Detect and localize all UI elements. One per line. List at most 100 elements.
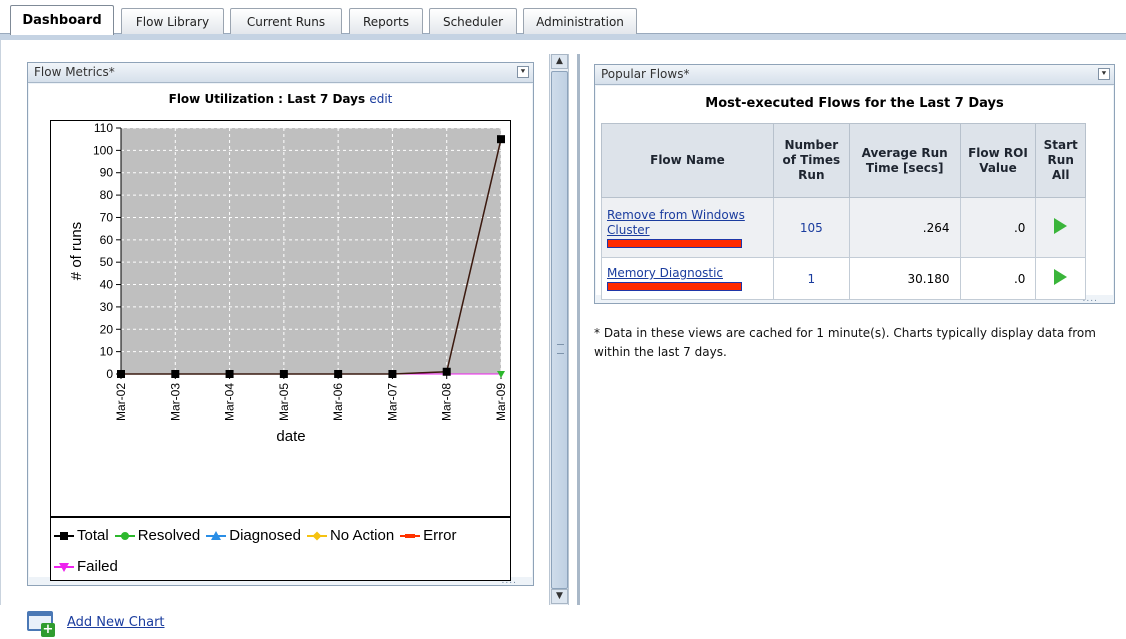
legend-marker-icon <box>206 529 227 543</box>
chart-canvas: 0 10 20 30 40 50 60 70 80 90 100 110 Mar-02 Mar-03 Mar… <box>68 121 508 445</box>
x-tick-label: Mar-03 <box>168 383 182 421</box>
legend-label: Diagnosed <box>229 527 301 544</box>
edit-chart-link[interactable]: edit <box>369 92 392 106</box>
y-tick-label: 100 <box>93 143 113 157</box>
x-tick-label: Mar-07 <box>385 383 399 421</box>
cache-note: * Data in these views are cached for 1 m… <box>594 326 1096 359</box>
tab-scheduler[interactable]: Scheduler <box>429 8 517 34</box>
x-tick-label: Mar-05 <box>277 383 291 421</box>
x-tick-label: Mar-06 <box>331 383 345 421</box>
start-cell <box>1035 197 1086 258</box>
y-tick-label: 40 <box>100 278 114 292</box>
x-tick-label: Mar-09 <box>494 383 508 421</box>
legend-marker-icon <box>400 529 421 543</box>
tab-bar-baseline <box>0 33 1126 40</box>
legend-item-total: Total <box>54 522 109 550</box>
scroll-up-icon[interactable]: ▲ <box>551 54 568 69</box>
plot-area <box>121 128 501 374</box>
flow-metrics-header[interactable]: Flow Metrics* ⯆ <box>28 63 533 83</box>
popular-flows-table: Flow Name Number of Times Run Average Ru… <box>601 123 1086 300</box>
col-start-run-all[interactable]: Start Run All <box>1035 123 1086 198</box>
popular-flows-header-title: Popular Flows* <box>601 67 690 81</box>
y-tick-label: 20 <box>100 322 114 336</box>
collapse-icon[interactable]: ⯆ <box>517 66 529 78</box>
add-chart-icon[interactable]: + <box>27 609 55 637</box>
col-flow-name[interactable]: Flow Name <box>601 123 774 198</box>
popular-flows-portlet: Popular Flows* ⯆ Most-executed Flows for… <box>594 64 1115 304</box>
usage-bar <box>607 282 742 291</box>
flow-metrics-body: Flow Utilization : Last 7 Days edit 0 10 2… <box>29 84 532 581</box>
popular-flows-header[interactable]: Popular Flows* ⯆ <box>595 65 1114 85</box>
resize-handle[interactable]: .... <box>1083 295 1098 304</box>
main-tab-bar: Dashboard Flow Library Current Runs Repo… <box>0 0 1126 40</box>
flow-utilization-chart: 0 10 20 30 40 50 60 70 80 90 100 110 Mar-02 Mar-03 Mar… <box>50 120 511 517</box>
table-header-row: Flow Name Number of Times Run Average Ru… <box>601 123 1086 198</box>
y-tick-label: 60 <box>100 233 114 247</box>
table-row: Remove from Windows Cluster 105 .264 .0 <box>601 197 1086 258</box>
scroll-thumb[interactable] <box>551 71 568 589</box>
left-pane-scrollbar[interactable]: ▲ ▼ <box>549 54 569 605</box>
flow-name-cell: Memory Diagnostic <box>601 257 774 300</box>
table-row: Memory Diagnostic 1 30.180 .0 <box>601 257 1086 300</box>
flow-link[interactable]: Memory Diagnostic <box>607 266 723 280</box>
tab-current-runs[interactable]: Current Runs <box>230 8 342 34</box>
play-icon[interactable] <box>1054 269 1068 285</box>
y-tick-label: 80 <box>100 188 114 202</box>
legend-label: Error <box>423 527 457 544</box>
roi-cell: .0 <box>959 257 1037 300</box>
flow-metrics-portlet: Flow Metrics* ⯆ Flow Utilization : Last … <box>27 62 534 586</box>
scroll-down-icon[interactable]: ▼ <box>551 589 568 604</box>
left-column: Flow Metrics* ⯆ Flow Utilization : Last … <box>0 40 548 637</box>
legend-item-no-action: No Action <box>306 522 395 550</box>
add-new-chart-link[interactable]: Add New Chart <box>67 615 165 630</box>
legend-marker-icon <box>54 560 74 574</box>
legend-label: Failed <box>77 558 118 575</box>
flow-metrics-header-title: Flow Metrics* <box>34 65 115 79</box>
resize-handle[interactable]: .... <box>502 577 517 586</box>
times-run-cell: 1 <box>772 257 850 300</box>
roi-cell: .0 <box>959 197 1037 258</box>
y-axis-label: # of runs <box>68 222 85 280</box>
x-tick-label: Mar-02 <box>114 383 128 421</box>
x-tick-label: Mar-08 <box>440 383 454 421</box>
popular-flows-body: Most-executed Flows for the Last 7 Days … <box>596 86 1113 300</box>
tab-reports[interactable]: Reports <box>349 8 423 34</box>
tab-flow-library[interactable]: Flow Library <box>121 8 224 34</box>
avg-time-cell: .264 <box>848 197 961 258</box>
y-tick-label: 70 <box>100 210 114 224</box>
y-tick-label: 10 <box>100 345 114 359</box>
y-tick-label: 90 <box>100 166 114 180</box>
legend-label: Total <box>77 527 109 544</box>
legend-item-diagnosed: Diagnosed <box>206 522 301 550</box>
data-point-total <box>497 135 505 144</box>
tab-administration[interactable]: Administration <box>523 8 637 34</box>
tab-dashboard[interactable]: Dashboard <box>10 5 114 35</box>
legend-item-error: Error <box>400 522 457 550</box>
chart-legend: Total Resolved Diagnosed No Action Error Fail… <box>50 517 511 581</box>
data-point-total <box>442 367 451 376</box>
play-icon[interactable] <box>1054 218 1068 234</box>
legend-label: Resolved <box>137 527 201 544</box>
legend-label: No Action <box>329 527 395 544</box>
col-roi-value[interactable]: Flow ROI Value <box>959 123 1037 198</box>
flow-link[interactable]: Remove from Windows Cluster <box>607 208 745 237</box>
y-tick-label: 0 <box>106 367 113 381</box>
times-run-cell: 105 <box>772 197 850 258</box>
legend-marker-icon <box>114 529 135 543</box>
legend-marker-icon <box>54 529 74 543</box>
legend-item-failed: Failed <box>54 553 118 581</box>
col-times-run[interactable]: Number of Times Run <box>772 123 850 198</box>
flow-name-cell: Remove from Windows Cluster <box>601 197 774 258</box>
popular-flows-title: Most-executed Flows for the Last 7 Days <box>705 96 1004 111</box>
pane-divider[interactable] <box>577 54 580 605</box>
data-point-total <box>171 370 180 378</box>
legend-marker-icon <box>306 529 327 543</box>
add-new-chart[interactable]: + Add New Chart <box>27 605 165 639</box>
x-axis-label: date <box>276 428 305 445</box>
collapse-icon[interactable]: ⯆ <box>1098 68 1110 80</box>
y-tick-label: 110 <box>94 121 113 135</box>
data-point-total <box>388 370 397 378</box>
usage-bar <box>607 238 742 248</box>
col-avg-run-time[interactable]: Average Run Time [secs] <box>848 123 961 198</box>
data-point-total <box>117 370 125 378</box>
